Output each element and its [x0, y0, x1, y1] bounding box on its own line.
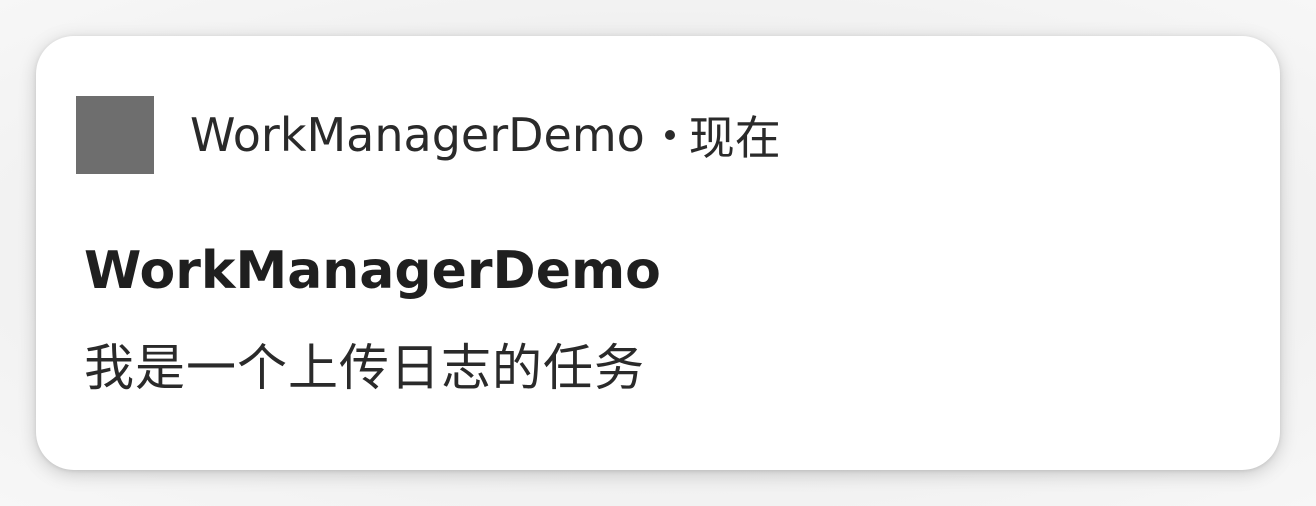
notification-time: 现在 [688, 111, 781, 165]
notification-text: 我是一个上传日志的任务 [84, 339, 645, 397]
notification-header: WorkManagerDemo 现在 [76, 96, 781, 174]
notification-card[interactable]: WorkManagerDemo 现在 WorkManagerDemo 我是一个上… [36, 36, 1280, 470]
app-icon [76, 96, 154, 174]
separator-dot-icon [664, 130, 675, 140]
header-text: WorkManagerDemo 现在 [190, 102, 781, 168]
app-name: WorkManagerDemo [190, 108, 645, 162]
notification-title: WorkManagerDemo [84, 241, 661, 301]
